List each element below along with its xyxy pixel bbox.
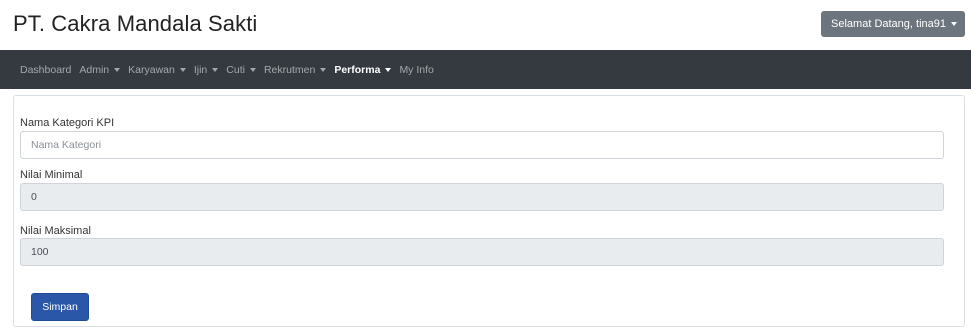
nilai-minimal-label: Nilai Minimal — [20, 169, 83, 181]
simpan-button[interactable]: Simpan — [31, 293, 89, 321]
brand-title: PT. Cakra Mandala Sakti — [13, 11, 258, 36]
caret-down-icon — [951, 22, 957, 26]
user-menu-label: Selamat Datang, tina91 — [831, 18, 946, 30]
nav-item-label: Dashboard — [20, 63, 72, 76]
caret-down-icon — [179, 67, 186, 72]
top-header: PT. Cakra Mandala Sakti Selamat Datang, … — [0, 0, 971, 50]
kategori-label: Nama Kategori KPI — [20, 117, 115, 129]
nav-item-label: Admin — [79, 63, 110, 76]
nilai-maksimal-input[interactable]: 100 — [20, 238, 944, 266]
nav-item-rekrutmen[interactable]: Rekrutmen — [263, 63, 327, 76]
kpi-category-form-card — [13, 95, 965, 327]
caret-down-icon — [320, 67, 327, 72]
caret-down-icon — [249, 67, 256, 72]
main-navbar: Dashboard Admin Karyawan Ijin Cuti Rekru… — [0, 50, 971, 89]
nav-item-label: Cuti — [226, 63, 245, 76]
caret-down-icon — [114, 67, 121, 72]
kategori-input[interactable]: Nama Kategori — [20, 131, 944, 159]
nav-item-performa[interactable]: Performa — [334, 63, 392, 76]
caret-down-icon — [212, 67, 219, 72]
caret-down-icon — [385, 67, 392, 72]
nav-item-label: Ijin — [193, 63, 208, 76]
nav-item-label: Rekrutmen — [263, 63, 316, 76]
user-menu-button[interactable]: Selamat Datang, tina91 — [821, 11, 965, 37]
nav-item-my-info[interactable]: My Info — [399, 64, 433, 76]
nilai-maksimal-label: Nilai Maksimal — [20, 225, 91, 237]
nav-item-ijin[interactable]: Ijin — [193, 63, 219, 76]
nav-item-label: My Info — [399, 63, 434, 76]
nav-item-label: Karyawan — [128, 63, 175, 76]
nav-item-karyawan[interactable]: Karyawan — [128, 64, 186, 76]
nilai-minimal-input[interactable]: 0 — [20, 183, 944, 211]
nav-item-label: Performa — [334, 63, 381, 76]
nav-item-dashboard[interactable]: Dashboard — [20, 64, 71, 76]
nav-item-admin[interactable]: Admin — [79, 63, 121, 76]
nav-item-cuti[interactable]: Cuti — [226, 64, 256, 76]
